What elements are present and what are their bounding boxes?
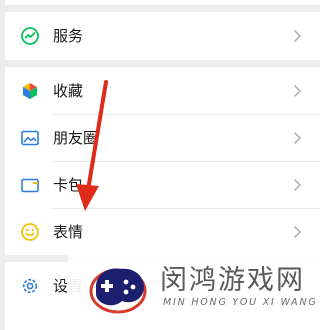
menu-item-services[interactable]: 服务 — [5, 12, 320, 60]
menu-group-services: 服务 — [5, 12, 320, 60]
services-icon — [21, 27, 39, 45]
chevron-right-icon — [293, 29, 302, 43]
previous-group-edge — [5, 0, 320, 5]
watermark: 闵鸿游戏网 MIN HONG YOU XI WANG — [68, 244, 320, 330]
moments-image-icon — [21, 130, 39, 146]
menu-item-label: 卡包 — [53, 176, 84, 194]
watermark-title: 闵鸿游戏网 — [160, 265, 305, 296]
chevron-right-icon — [293, 84, 302, 98]
gamepad-logo-icon — [89, 268, 147, 314]
settings-gear-icon — [22, 278, 38, 294]
menu-item-label: 服务 — [53, 27, 84, 45]
menu-item-favorites[interactable]: 收藏 — [5, 67, 320, 115]
watermark-subtitle: MIN HONG YOU XI WANG — [163, 297, 318, 308]
chevron-right-icon — [293, 131, 302, 145]
menu-item-label: 收藏 — [53, 82, 84, 100]
chevron-right-icon — [293, 178, 302, 192]
card-wallet-icon — [21, 178, 39, 193]
favorites-cube-icon — [23, 83, 37, 99]
menu-item-moments[interactable]: 朋友圈 — [5, 114, 320, 162]
menu-item-label: 朋友圈 — [53, 129, 99, 147]
menu-item-card-wallet[interactable]: 卡包 — [5, 161, 320, 209]
sticker-smiley-icon — [21, 223, 39, 241]
chevron-right-icon — [293, 225, 302, 239]
menu-group-main: 收藏 朋友圈 卡包 表情 — [5, 67, 320, 255]
